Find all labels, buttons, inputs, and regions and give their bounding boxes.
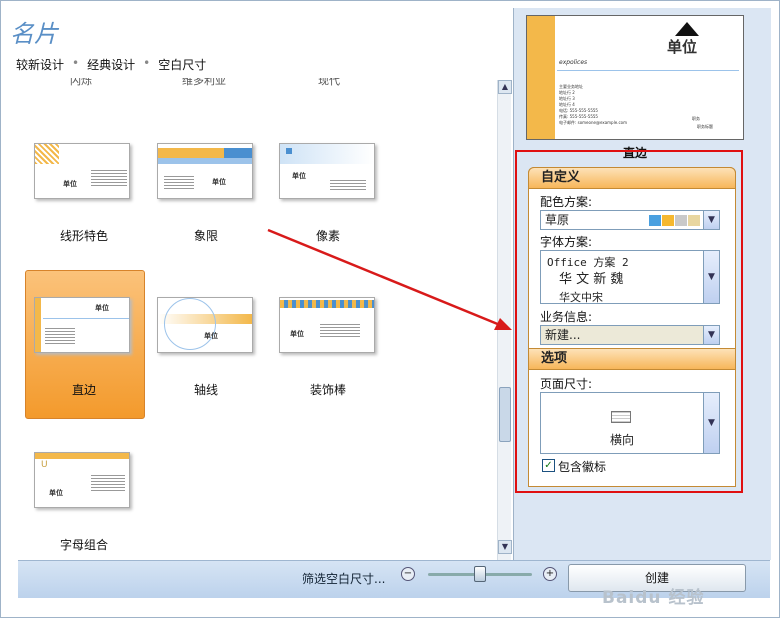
watermark: Baidu 经验 — [602, 588, 705, 608]
annotation-arrow — [267, 228, 512, 330]
arrow-line — [267, 228, 501, 327]
